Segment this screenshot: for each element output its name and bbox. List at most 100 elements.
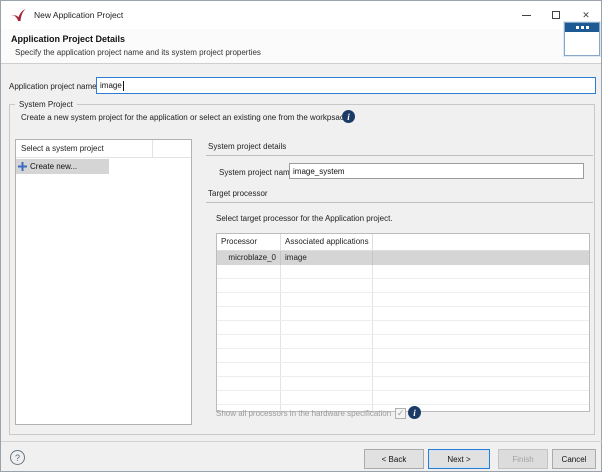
- table-cell: [281, 391, 373, 404]
- table-cell: [281, 335, 373, 348]
- table-cell: image: [281, 251, 373, 265]
- finish-button: Finish: [498, 449, 548, 469]
- footer-divider: [1, 441, 602, 442]
- system-project-details-title: System project details: [208, 142, 286, 151]
- processor-table-rows: microblaze_0image: [217, 251, 589, 412]
- help-button[interactable]: ?: [10, 450, 25, 465]
- table-cell: [281, 293, 373, 306]
- application-project-name-input[interactable]: image: [96, 77, 596, 94]
- table-cell: [373, 391, 589, 404]
- back-button[interactable]: < Back: [364, 449, 424, 469]
- table-row-empty: [217, 293, 589, 307]
- table-cell: [373, 293, 589, 306]
- show-all-processors-row: Show all processors in the hardware spec…: [216, 408, 406, 419]
- banner-dot: [581, 26, 584, 29]
- table-row-empty: [217, 307, 589, 321]
- banner-dot: [576, 26, 579, 29]
- minimize-button[interactable]: [511, 1, 541, 29]
- list-item-label: Create new...: [30, 162, 77, 171]
- info-glyph: i: [413, 408, 416, 418]
- table-cell: [217, 279, 281, 292]
- table-cell: [217, 349, 281, 362]
- processor-table-header: Processor Associated applications: [217, 234, 589, 251]
- processor-table: Processor Associated applications microb…: [216, 233, 590, 412]
- table-cell: [373, 251, 589, 265]
- application-project-name-label: Application project name:: [9, 82, 99, 91]
- table-cell: [281, 279, 373, 292]
- target-processor-description: Select target processor for the Applicat…: [216, 214, 393, 223]
- table-cell: [373, 377, 589, 390]
- table-cell: [217, 335, 281, 348]
- check-icon: ✓: [397, 409, 405, 418]
- table-cell: [281, 265, 373, 278]
- table-cell: [217, 321, 281, 334]
- table-row-empty: [217, 377, 589, 391]
- window-title: New Application Project: [34, 10, 123, 20]
- info-icon[interactable]: i: [408, 406, 421, 419]
- system-project-list: Select a system project Create new...: [15, 139, 192, 425]
- wizard-header: Application Project Details Specify the …: [1, 29, 601, 64]
- table-cell: [281, 377, 373, 390]
- table-cell: [373, 307, 589, 320]
- table-row-processor[interactable]: microblaze_0image: [217, 251, 589, 265]
- table-cell: [373, 321, 589, 334]
- info-icon[interactable]: i: [342, 110, 355, 123]
- target-processor-title: Target processor: [208, 189, 268, 198]
- plus-icon: [18, 162, 27, 171]
- table-cell: [217, 363, 281, 376]
- column-header-associated-applications[interactable]: Associated applications: [281, 234, 373, 250]
- table-cell: [281, 321, 373, 334]
- banner-dot: [586, 26, 589, 29]
- system-project-group-title: System Project: [15, 100, 77, 109]
- table-row-empty: [217, 391, 589, 405]
- page-subtitle: Specify the application project name and…: [15, 48, 261, 57]
- show-all-processors-label: Show all processors in the hardware spec…: [216, 409, 391, 418]
- table-cell: [281, 363, 373, 376]
- system-project-list-header[interactable]: Select a system project: [16, 140, 191, 158]
- table-row-empty: [217, 265, 589, 279]
- table-cell: [281, 307, 373, 320]
- section-divider: [206, 155, 593, 156]
- minimize-icon: [522, 15, 531, 16]
- table-row-empty: [217, 363, 589, 377]
- table-cell: [373, 363, 589, 376]
- system-project-name-value: image_system: [293, 167, 345, 176]
- system-project-name-input[interactable]: image_system: [289, 163, 584, 179]
- show-all-processors-checkbox: ✓: [395, 408, 406, 419]
- list-item-create-new[interactable]: Create new...: [16, 159, 109, 174]
- new-application-project-dialog: New Application Project ✕ Application Pr…: [0, 0, 602, 472]
- table-cell: [373, 279, 589, 292]
- wizard-banner-window-icon: [564, 22, 600, 56]
- column-header-processor[interactable]: Processor: [217, 234, 281, 250]
- table-row-empty: [217, 279, 589, 293]
- help-icon: ?: [15, 453, 20, 463]
- cancel-button[interactable]: Cancel: [552, 449, 596, 469]
- table-cell: [281, 349, 373, 362]
- section-divider: [206, 202, 593, 203]
- text-caret: [123, 81, 124, 91]
- application-project-name-value: image: [100, 81, 122, 90]
- table-cell: [373, 265, 589, 278]
- column-header-empty: [373, 234, 589, 250]
- table-row-empty: [217, 321, 589, 335]
- table-cell: [217, 265, 281, 278]
- close-icon: ✕: [582, 11, 590, 20]
- system-project-description: Create a new system project for the appl…: [21, 113, 348, 122]
- table-cell: [373, 349, 589, 362]
- maximize-icon: [552, 11, 560, 19]
- table-cell: [217, 307, 281, 320]
- table-cell: [217, 391, 281, 404]
- system-project-name-label: System project name:: [219, 168, 296, 177]
- table-cell: [217, 293, 281, 306]
- info-glyph: i: [347, 112, 350, 122]
- next-button[interactable]: Next >: [428, 449, 490, 469]
- table-row-empty: [217, 335, 589, 349]
- xilinx-logo-icon: [10, 8, 26, 22]
- table-cell: [217, 377, 281, 390]
- table-cell: [373, 335, 589, 348]
- page-title: Application Project Details: [11, 34, 125, 44]
- banner-titlebar: [565, 23, 599, 32]
- table-cell: microblaze_0: [217, 251, 281, 265]
- table-row-empty: [217, 349, 589, 363]
- title-bar: New Application Project ✕: [1, 1, 601, 29]
